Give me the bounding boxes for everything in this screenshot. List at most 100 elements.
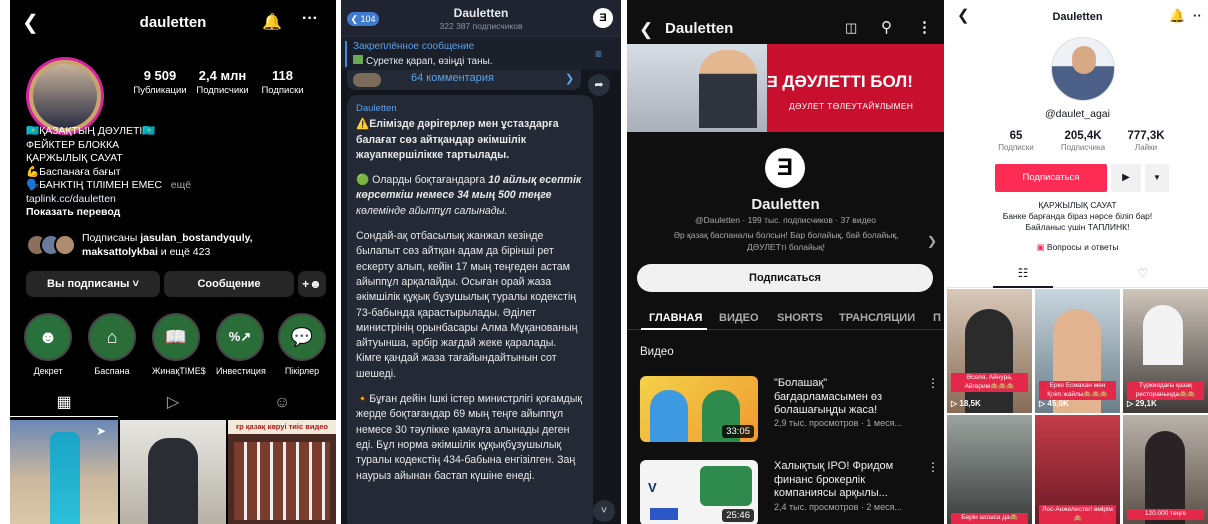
header: ❮ 104 Dauletten 322 387 подписчиков Ǝ [341, 0, 621, 36]
banner-title: Ǝ ДӘУЛЕТТІ БОЛ! [767, 72, 913, 91]
profile-tabs: ☷ ♡ [947, 262, 1208, 288]
video-duration: 33:05 [722, 425, 754, 438]
back-icon[interactable]: ❮ [639, 20, 653, 40]
message-button[interactable]: Сообщение [164, 271, 294, 297]
bio-line: 💪Баспанаға бағыт [26, 165, 121, 178]
channel-description[interactable]: Әр қазақ баспаналы болсын! Бар болайық, … [655, 229, 917, 253]
instagram-panel: ❮ dauletten 🔔 ··· 9 509 Публикации 2,4 мл… [10, 0, 336, 524]
message-author: Dauletten [356, 103, 397, 114]
profile-link[interactable]: taplink.cc/dauletten [26, 193, 326, 207]
video-menu-icon[interactable]: ⋮ [927, 376, 939, 390]
subscribe-button[interactable]: Подписаться [995, 164, 1107, 192]
section-title: Видео [640, 346, 674, 358]
video-tile[interactable]: Әселя, Айнура, Айгерим🙈🙈🙈 ▷ 18,5K [947, 289, 1032, 413]
dropdown-icon[interactable]: ▼ [1145, 164, 1169, 192]
highlight-investment[interactable]: %↗ Инвестиция [216, 313, 266, 376]
chevron-right-icon[interactable]: ❯ [927, 234, 937, 248]
bio-line: 🇰🇿ҚАЗАҚТЫҢ ДӘУЛЕТІ🇰🇿 [26, 125, 156, 137]
stat-following[interactable]: 118 Подписки [255, 68, 310, 96]
house-icon: ⌂ [88, 313, 136, 361]
pinned-text: Суретке қарап, өзіңді таны. [366, 56, 493, 67]
videos-tab-icon[interactable]: ☷ [993, 266, 1053, 280]
channel-title: Dauletten [453, 6, 509, 20]
profile-handle: @daulet_agai [1045, 108, 1110, 120]
share-icon[interactable]: ➦ [588, 74, 610, 96]
video-thumbnail[interactable]: V 25:46 [640, 460, 758, 524]
qa-icon: ▣ [1036, 242, 1045, 252]
comments-bar[interactable]: 64 комментария ❯ [347, 70, 581, 90]
grid-post[interactable]: ғр қазақ көруі тиіс видео [228, 420, 336, 524]
highlight-pikirler[interactable]: 💬 Пікірлер [278, 313, 326, 376]
chart-icon: %↗ [216, 313, 264, 361]
video-tile[interactable]: 120.000 теңге [1123, 415, 1208, 524]
highlight-icon: ☻ [24, 313, 72, 361]
more-icon[interactable]: ··· [302, 10, 318, 28]
tagged-tab-icon[interactable]: ☺ [228, 390, 336, 416]
reels-tab-icon[interactable]: ▷ [119, 390, 227, 416]
stat-following[interactable]: 65 Подписки [991, 130, 1041, 152]
profile-username: dauletten [139, 14, 207, 31]
message-bubble: Dauletten ⚠️Елімізде дәрігерлер мен ұста… [347, 95, 593, 524]
tab-shorts[interactable]: SHORTS [777, 312, 823, 324]
highlight-baspana[interactable]: ⌂ Баспана [88, 313, 136, 376]
banner-subtitle: ДӘУЛЕТ ТӨЛЕУТАЙҰЛЫМЕН [789, 101, 914, 111]
pinned-message[interactable]: Закреплённое сообщение Суретке қарап, өз… [341, 36, 621, 70]
tab-home[interactable]: ГЛАВНАЯ [649, 312, 702, 324]
video-tile[interactable]: Түркиядағы қазақ ресторанында🙈🙈 ▷ 29,1K [1123, 289, 1208, 413]
grid-post[interactable] [120, 420, 226, 524]
channel-title: Dauletten [665, 20, 734, 37]
followed-by[interactable]: Подписаны jasulan_bostandyquly, maksatto… [82, 232, 327, 259]
video-thumbnail[interactable]: 33:05 [640, 376, 758, 442]
grid-post[interactable]: ➤ [10, 420, 118, 524]
channel-avatar[interactable]: Ǝ [765, 148, 805, 188]
grid-caption: ғр қазақ көруі тиіс видео [228, 420, 336, 434]
message-lead: ⚠️Елімізде дәрігерлер мен ұстаздарға бал… [356, 118, 559, 161]
following-button[interactable]: Вы подписаны ˅ [26, 271, 160, 297]
cast-icon[interactable]: ◫ [845, 20, 857, 36]
message-paragraph: 🟢 Оларды боқтағандарға 10 айлық есептік … [356, 174, 582, 217]
bio-line: ҚАРЖЫЛЫҚ САУАТ [26, 152, 123, 164]
message-paragraph: 🔸Бұған дейін Ішкі істер министрлігі қоға… [356, 393, 582, 482]
tab-playlists[interactable]: П [933, 312, 941, 324]
pinned-label: Закреплённое сообщение [353, 41, 475, 52]
tab-videos[interactable]: ВИДЕО [719, 312, 759, 324]
message-paragraph: Сондай-ақ отбасылық жанжал кезінде былап… [356, 230, 578, 380]
pin-icon: ➤ [96, 424, 107, 438]
more-icon[interactable]: ·· [1193, 8, 1202, 23]
channel-meta: @Dauletten · 199 тыс. подписчиков · 37 в… [695, 215, 876, 225]
translate-link[interactable]: Показать перевод [26, 206, 326, 220]
scroll-down-icon[interactable]: ˅ [593, 500, 615, 522]
highlight-dekret[interactable]: ☻ Декрет [24, 313, 72, 376]
video-title[interactable]: Халықтық IPO! Фридом финанс брокерлік ко… [774, 460, 924, 501]
video-menu-icon[interactable]: ⋮ [927, 460, 939, 474]
channel-avatar[interactable]: Ǝ [593, 8, 613, 28]
highlight-zhinaktime[interactable]: 📖 ЖинақTIME$ [152, 313, 206, 376]
add-person-icon[interactable]: +☻ [298, 271, 326, 297]
profile-bio: ҚАРЖЫЛЫҚ САУАТ Банке барғанда біраз нәрс… [947, 200, 1208, 233]
youtube-icon[interactable]: ▶ [1111, 164, 1141, 192]
video-tile[interactable]: Лос-Анжелестегі өмірім🙈 [1035, 415, 1120, 524]
video-duration: 25:46 [722, 509, 754, 522]
tiktok-panel: ❮ Dauletten 🔔 ·· @daulet_agai 65 Подписки… [947, 0, 1208, 524]
youtube-panel: ❮ Dauletten ◫ ⚲ ⋮ Ǝ ДӘУЛЕТТІ БОЛ! ДӘУЛЕТ… [627, 0, 944, 524]
tab-live[interactable]: ТРАНСЛЯЦИИ [839, 312, 915, 324]
grid-tab-icon[interactable]: ▦ [10, 390, 118, 417]
bio-line: 🗣️БАНКТІҢ ТІЛІМЕН ЕМЕС [26, 179, 162, 191]
liked-tab-icon[interactable]: ♡ [1113, 266, 1173, 280]
profile-avatar[interactable] [26, 57, 104, 135]
profile-bio: 🇰🇿ҚАЗАҚТЫҢ ДӘУЛЕТІ🇰🇿 ФЕЙКТЕР БЛОККА ҚАРЖ… [26, 125, 326, 220]
bell-icon[interactable]: 🔔 [262, 12, 282, 32]
stat-posts: 9 509 Публикации [133, 68, 187, 96]
qa-link[interactable]: ▣ Вопросы и ответы [947, 242, 1208, 253]
profile-avatar[interactable] [1051, 37, 1115, 101]
more-link[interactable]: ещё [171, 179, 191, 191]
subscribe-button[interactable]: Подписаться [637, 264, 933, 292]
bell-icon[interactable]: 🔔 [1169, 8, 1185, 24]
video-title[interactable]: "Болашақ" бағдарламасымен өз болашағыңды… [774, 377, 924, 418]
video-tile[interactable]: Берін шошса да🙈 [947, 415, 1032, 524]
search-icon[interactable]: ⚲ [881, 18, 892, 36]
stat-followers[interactable]: 2,4 млн Подписчики [190, 68, 255, 96]
more-icon[interactable]: ⋮ [917, 18, 932, 36]
video-tile[interactable]: Ерке Есмахан мен Қоіm жайлы🙈🙈🙈 ▷ 45,0K [1035, 289, 1120, 413]
stat-followers[interactable]: 205,4K Подписчика [1053, 130, 1113, 152]
